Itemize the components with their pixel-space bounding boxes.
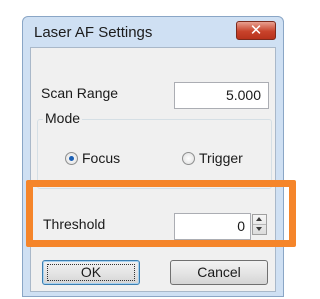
laser-af-settings-dialog: Laser AF Settings ✕ Scan Range 5.000 Mod…: [22, 16, 284, 297]
threshold-highlight-box: [26, 180, 296, 247]
dialog-client-area: Scan Range 5.000 Mode Focus Trigger Thre…: [30, 47, 276, 292]
focus-radio[interactable]: [65, 152, 78, 165]
close-button[interactable]: ✕: [236, 21, 276, 40]
radio-selected-dot: [69, 156, 74, 161]
title-bar[interactable]: Laser AF Settings ✕: [23, 17, 283, 47]
close-icon: ✕: [249, 21, 263, 39]
mode-group-label: Mode: [43, 110, 83, 126]
ok-button[interactable]: OK: [42, 260, 140, 285]
focus-radio-label[interactable]: Focus: [82, 150, 120, 166]
window-title: Laser AF Settings: [34, 24, 153, 41]
focus-indicator: [47, 264, 135, 281]
trigger-radio-label[interactable]: Trigger: [199, 150, 243, 166]
scan-range-label: Scan Range: [41, 85, 119, 101]
trigger-radio[interactable]: [182, 152, 195, 165]
cancel-button[interactable]: Cancel: [170, 260, 268, 285]
cancel-button-label: Cancel: [197, 264, 241, 280]
scan-range-input[interactable]: 5.000: [174, 82, 269, 109]
